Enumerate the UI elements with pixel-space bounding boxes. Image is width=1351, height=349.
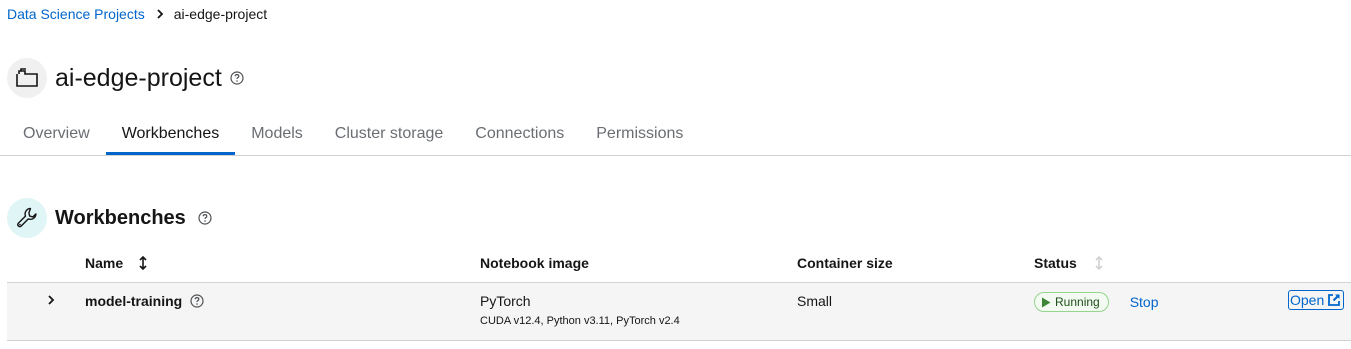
- chevron-right-icon[interactable]: [47, 293, 55, 309]
- tab-overview[interactable]: Overview: [0, 115, 106, 154]
- table-header: Name Notebook image Container size Statu…: [7, 244, 1351, 283]
- page: Data Science Projects ai-edge-project ai…: [0, 0, 1351, 349]
- column-header-status[interactable]: Status: [1034, 255, 1104, 271]
- open-label: Open: [1290, 292, 1325, 308]
- column-header-label: Name: [85, 255, 124, 271]
- tab-models[interactable]: Models: [235, 115, 319, 154]
- help-icon[interactable]: [230, 71, 244, 85]
- column-header-label: Status: [1034, 255, 1077, 271]
- breadcrumb-current: ai-edge-project: [173, 6, 268, 22]
- container-size-cell: Small: [797, 293, 833, 309]
- tab-connections[interactable]: Connections: [459, 115, 580, 154]
- notebook-image-name: PyTorch: [480, 293, 531, 309]
- notebook-image-cell: PyTorch CUDA v12.4, Python v3.11, PyTorc…: [480, 293, 680, 327]
- column-header-notebook-image: Notebook image: [480, 255, 589, 271]
- tab-cluster-storage[interactable]: Cluster storage: [319, 115, 460, 154]
- status-badge: Running: [1034, 292, 1109, 312]
- stop-button[interactable]: Stop: [1130, 294, 1159, 310]
- status-label: Running: [1055, 295, 1100, 309]
- column-header-label: Container size: [797, 255, 893, 271]
- status-cell: Running Stop: [1034, 292, 1159, 312]
- workbench-name: model-training: [85, 293, 183, 309]
- help-icon[interactable]: [190, 294, 204, 308]
- sort-icon[interactable]: [138, 256, 148, 270]
- column-header-name[interactable]: Name: [85, 255, 148, 271]
- sort-icon[interactable]: [1094, 256, 1104, 270]
- project-tabs: Overview Workbenches Models Cluster stor…: [0, 115, 1351, 156]
- project-header: ai-edge-project: [7, 41, 244, 115]
- page-title: ai-edge-project: [55, 63, 222, 92]
- column-header-container-size: Container size: [797, 255, 893, 271]
- help-icon[interactable]: [198, 210, 212, 225]
- workbench-name-cell: model-training: [85, 293, 204, 309]
- external-link-icon: [1328, 294, 1341, 306]
- play-icon: [1042, 297, 1051, 307]
- folder-project-icon: [7, 57, 47, 98]
- tab-workbenches[interactable]: Workbenches: [105, 115, 236, 155]
- notebook-image-detail: CUDA v12.4, Python v3.11, PyTorch v2.4: [480, 315, 680, 327]
- wrench-icon: [7, 197, 47, 238]
- chevron-right-icon: [156, 9, 164, 19]
- breadcrumb: Data Science Projects ai-edge-project: [7, 5, 267, 23]
- open-workbench-button[interactable]: Open: [1288, 290, 1345, 310]
- section-title: Workbenches: [55, 206, 186, 229]
- column-header-label: Notebook image: [480, 255, 589, 271]
- table-row: model-training PyTorch CUDA v12.4, Pytho…: [7, 283, 1351, 341]
- breadcrumb-link-projects[interactable]: Data Science Projects: [7, 5, 145, 23]
- tab-permissions[interactable]: Permissions: [580, 115, 699, 154]
